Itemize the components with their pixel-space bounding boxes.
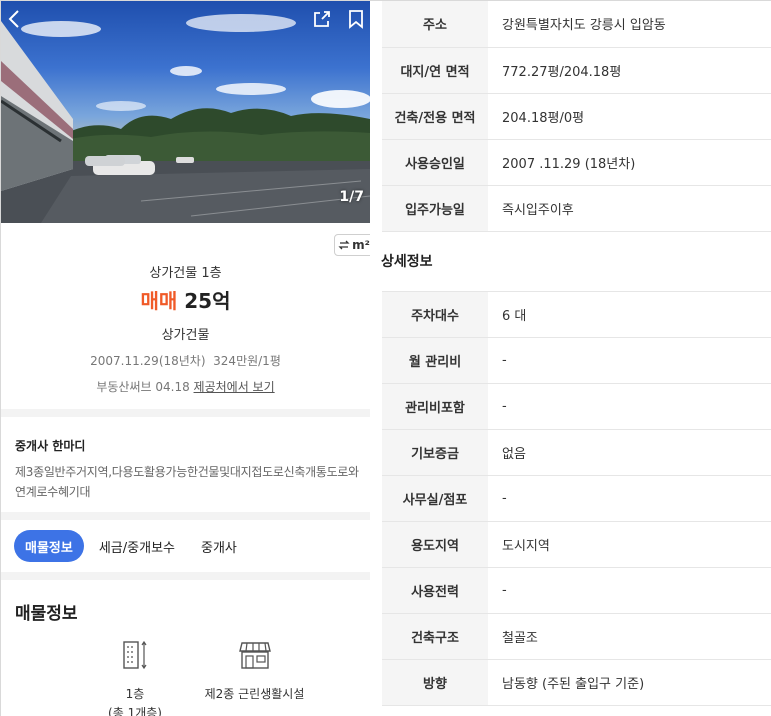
building-floor-icon: [123, 640, 147, 670]
tab-tax-fee[interactable]: 세금/중개보수: [88, 530, 186, 562]
row-value: 도시지역: [488, 521, 771, 568]
detail-info-table: 주차대수 6 대 월 관리비 - 관리비포함 - 기보증금 없음 사무실/점포 …: [382, 290, 771, 706]
section-divider: [1, 572, 370, 580]
section-divider: [1, 409, 370, 417]
table-row: 건축/전용 면적 204.18평/0평: [382, 93, 771, 140]
table-row: 기보증금 없음: [382, 429, 771, 476]
detail-info-title: 상세정보: [381, 253, 433, 270]
view-source-link[interactable]: 제공처에서 보기: [194, 380, 275, 394]
table-row: 방향 남동향 (주된 출입구 기준): [382, 659, 771, 706]
row-key: 사무실/점포: [382, 475, 488, 522]
fact-floor: 1층 (총 1개층): [95, 639, 175, 716]
row-value: 남동향 (주된 출입구 기준): [488, 659, 771, 706]
unit-label: m²: [352, 238, 370, 252]
price-info: 매매 25억: [1, 285, 370, 314]
row-key: 건축/전용 면적: [382, 93, 488, 140]
row-key: 주차대수: [382, 291, 488, 338]
tab-listing-info[interactable]: 매물정보: [14, 530, 84, 562]
row-key: 입주가능일: [382, 185, 488, 232]
row-value: 철골조: [488, 613, 771, 660]
table-row: 주소 강원특별자치도 강릉시 입암동: [382, 1, 771, 48]
chevron-left-icon: [8, 10, 19, 28]
row-value: -: [488, 383, 771, 430]
row-key: 용도지역: [382, 521, 488, 568]
share-icon: [314, 11, 330, 27]
back-button[interactable]: [7, 9, 33, 35]
bookmark-icon: [349, 10, 363, 29]
property-photo[interactable]: 1/7: [1, 1, 370, 223]
table-row: 건축구조 철골조: [382, 613, 771, 660]
section-divider: [1, 512, 370, 520]
table-row: 사무실/점포 -: [382, 475, 771, 522]
listing-summary: 상가건물 1층 매매 25억 상가건물 2007.11.29(18년차) 324…: [1, 259, 370, 395]
table-row: 관리비포함 -: [382, 383, 771, 430]
table-row: 용도지역 도시지역: [382, 521, 771, 568]
row-key: 관리비포함: [382, 383, 488, 430]
listing-tabs: 매물정보 세금/중개보수 중개사: [14, 530, 248, 562]
agent-comment-title: 중개사 한마디: [15, 439, 86, 453]
row-key: 건축구조: [382, 613, 488, 660]
basic-info-table: 주소 강원특별자치도 강릉시 입암동 대지/연 면적 772.27평/204.1…: [382, 1, 771, 232]
row-key: 사용승인일: [382, 139, 488, 186]
row-value: -: [488, 337, 771, 384]
bookmark-button[interactable]: [348, 9, 370, 35]
listing-summary-panel: 1/7 m² 상가건물 1층 매매 25억 상가건물 2007.11.29(18…: [1, 1, 370, 716]
source-text: 부동산써브 04.18: [96, 380, 194, 394]
listing-info-title: 매물정보: [15, 604, 78, 624]
row-key: 기보증금: [382, 429, 488, 476]
swap-icon: [338, 240, 350, 250]
price-value: 25억: [184, 289, 231, 313]
photo-counter: 1/7: [339, 189, 364, 205]
building-type: 상가건물: [161, 328, 210, 343]
row-value: 강원특별자치도 강릉시 입암동: [488, 1, 771, 48]
agent-comment-body: 제3종일반주거지역,다용도활용가능한건물및대지접도로신축개통도로와연계로수혜기대: [15, 465, 359, 499]
row-key: 대지/연 면적: [382, 47, 488, 94]
store-icon: [238, 642, 271, 669]
fact-usage-line1: 제2종 근린생활시설: [204, 687, 305, 701]
agent-comment: 중개사 한마디 제3종일반주거지역,다용도활용가능한건물및대지접도로신축개통도로…: [15, 437, 367, 502]
row-value: -: [488, 567, 771, 614]
tab-agent[interactable]: 중개사: [190, 530, 248, 562]
property-detail-panel: 주소 강원특별자치도 강릉시 입암동 대지/연 면적 772.27평/204.1…: [370, 1, 771, 716]
row-key: 방향: [382, 659, 488, 706]
row-key: 주소: [382, 1, 488, 48]
price-type: 매매: [140, 289, 178, 313]
floor-info: 상가건물 1층: [149, 266, 222, 281]
source-info: 부동산써브 04.18 제공처에서 보기: [1, 378, 370, 395]
table-row: 사용승인일 2007 .11.29 (18년차): [382, 139, 771, 186]
row-key: 월 관리비: [382, 337, 488, 384]
table-row: 입주가능일 즉시입주이후: [382, 185, 771, 232]
area-unit-toggle[interactable]: m²: [334, 234, 370, 256]
fact-floor-line1: 1층: [125, 687, 145, 701]
fact-usage: 제2종 근린생활시설: [197, 639, 312, 704]
row-key: 사용전력: [382, 567, 488, 614]
row-value: 772.27평/204.18평: [488, 47, 771, 94]
fact-floor-line2: (총 1개층): [108, 706, 162, 716]
row-value: 2007 .11.29 (18년차): [488, 139, 771, 186]
row-value: 즉시입주이후: [488, 185, 771, 232]
listing-page: 1/7 m² 상가건물 1층 매매 25억 상가건물 2007.11.29(18…: [0, 0, 771, 716]
table-row: 주차대수 6 대: [382, 291, 771, 338]
row-value: 없음: [488, 429, 771, 476]
approval-and-unit-price: 2007.11.29(18년차) 324만원/1평: [90, 354, 281, 368]
table-row: 대지/연 면적 772.27평/204.18평: [382, 47, 771, 94]
row-value: -: [488, 475, 771, 522]
row-value: 204.18평/0평: [488, 93, 771, 140]
row-value: 6 대: [488, 291, 771, 338]
listing-facts: 1층 (총 1개층) 제2종 근린생활시설: [1, 639, 370, 716]
table-row: 사용전력 -: [382, 567, 771, 614]
share-button[interactable]: [312, 9, 338, 35]
table-row: 월 관리비 -: [382, 337, 771, 384]
